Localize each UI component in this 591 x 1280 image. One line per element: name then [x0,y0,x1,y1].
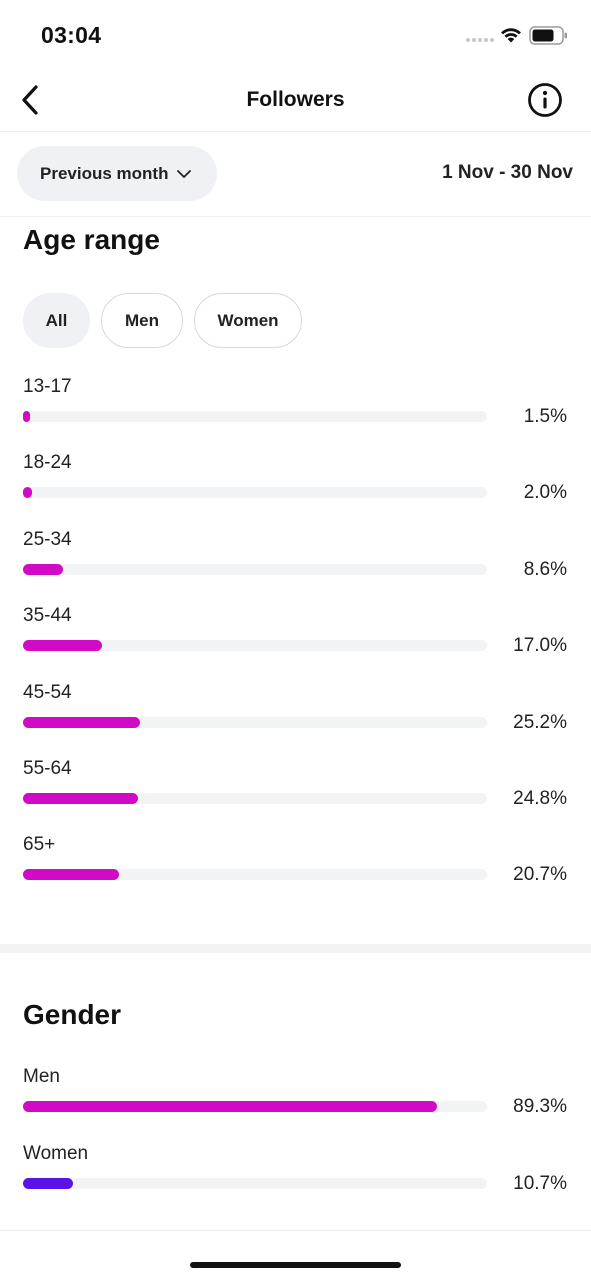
age-section-bar-track [23,487,487,499]
age-section-label: 45-54 [23,681,72,703]
wifi-icon [501,28,521,43]
age-section-bar-track [23,411,487,422]
age-section-row: 65+ 20.7% [23,834,571,894]
age-section-label: 35-44 [23,605,72,627]
chip-men[interactable]: Men [101,293,183,348]
home-indicator [190,1262,401,1268]
age-section-row: 13-17 1.5% [23,376,571,436]
status-bar: 03:04 [0,0,591,70]
age-section-bar-track [23,563,487,575]
age-section-bar-fill [23,640,102,652]
gender-section-row: Women 10.7% [23,1143,571,1203]
age-section-label: 65+ [23,834,56,856]
age-section-bar-fill [23,487,33,499]
chip-women[interactable]: Women [194,293,302,348]
age-range-title: Age range [23,224,160,255]
age-section-label: 13-17 [23,376,72,397]
age-section-value: 8.6% [523,558,567,580]
gender-section-bar-fill [23,1177,73,1189]
gender-section-bar-track [23,1101,487,1112]
cellular-signal-icon [466,38,494,42]
divider [0,1230,591,1231]
age-section-value: 20.7% [513,864,567,886]
gender-title: Gender [23,999,122,1030]
age-section-bar-track [23,869,487,881]
age-section-row: 25-34 8.6% [23,529,571,589]
period-dropdown-label: Previous month [40,163,169,183]
age-section-row: 35-44 17.0% [23,605,571,665]
age-section-row: 45-54 25.2% [23,682,571,742]
age-section-row: 18-24 2.0% [23,452,571,512]
filter-row: Previous month 1 Nov - 30 Nov [0,132,591,217]
age-section-bar-fill [23,793,139,804]
age-section-bar-track [23,793,487,804]
age-section-bar-fill [23,563,63,575]
age-section-label: 18-24 [23,452,72,474]
nav-bar: Followers [0,70,591,132]
section-divider [0,944,591,953]
age-section-bar-fill [23,716,140,728]
age-section-label: 25-34 [23,528,72,550]
gender-section-bar-fill [23,1101,438,1112]
gender-section-row: Men 89.3% [23,1066,571,1126]
info-icon[interactable] [526,81,564,119]
age-section-bar-fill [23,869,120,881]
age-section-bar-fill [23,411,30,422]
age-section-bar-track [23,640,487,652]
age-section-value: 24.8% [513,788,567,809]
chip-all[interactable]: All [23,293,90,348]
age-section-value: 17.0% [513,635,567,657]
age-section-value: 2.0% [523,482,567,504]
status-time: 03:04 [41,22,102,48]
age-filter-chips: All Men Women [23,293,302,348]
age-section-row: 55-64 24.8% [23,758,571,818]
age-section-bar-track [23,716,487,728]
gender-section-label: Women [23,1142,89,1164]
gender-section-bar-track [23,1177,487,1189]
page-title: Followers [246,88,345,111]
gender-section-value: 10.7% [513,1172,567,1194]
age-section-value: 1.5% [523,406,567,427]
date-range: 1 Nov - 30 Nov [442,162,573,183]
gender-section-value: 89.3% [513,1096,567,1117]
gender-section-label: Men [23,1066,60,1087]
age-section-value: 25.2% [513,711,567,733]
chevron-down-icon [177,169,192,178]
battery-icon [529,26,567,45]
period-dropdown[interactable]: Previous month [17,146,217,201]
age-section-label: 55-64 [23,758,72,779]
